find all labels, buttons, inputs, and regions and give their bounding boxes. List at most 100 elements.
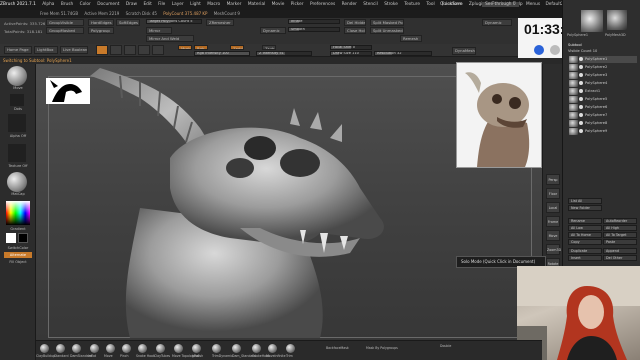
eye-icon[interactable] — [579, 73, 583, 77]
brush-thumbnail[interactable] — [7, 66, 27, 86]
rgb-button[interactable]: Rgb — [194, 45, 208, 50]
soft-edges-button[interactable]: SoftEdges — [116, 19, 140, 26]
color-picker[interactable] — [6, 201, 30, 225]
mask-by-polygroups-label[interactable]: Mask By Polygroups — [366, 346, 398, 350]
eye-icon[interactable] — [579, 81, 583, 85]
menu-item[interactable]: Light — [190, 2, 201, 7]
all-to-target-button[interactable]: All To Target — [603, 232, 637, 238]
del-other-button[interactable]: Del Other — [603, 255, 637, 261]
stop-button[interactable] — [550, 45, 560, 55]
close-holes-button[interactable]: Close Holes — [344, 27, 366, 34]
dragon-skull-sculpt[interactable] — [60, 68, 440, 338]
zremesher-button[interactable]: ZRemesher — [206, 19, 234, 26]
subtool-item[interactable]: PolySphere5 — [579, 96, 637, 103]
duplicate-button[interactable]: Duplicate — [568, 248, 602, 254]
rename-button[interactable]: Rename — [568, 218, 602, 224]
stroke-thumbnail[interactable] — [10, 94, 24, 106]
menu-item[interactable]: Picker — [291, 2, 304, 7]
eye-icon[interactable] — [579, 97, 583, 101]
zoom3d-button[interactable]: Zoom3D — [546, 244, 561, 255]
brush-thumbnail[interactable] — [90, 344, 99, 353]
z-intensity-slider[interactable]: Z Intensity 51 — [256, 51, 312, 56]
rgb-intensity-slider[interactable]: Rgb Intensity 100 — [194, 51, 250, 56]
alpha-thumbnail[interactable] — [8, 114, 26, 132]
brush-thumbnail[interactable] — [72, 344, 81, 353]
dynamic-button[interactable]: Dynamic — [482, 19, 512, 26]
secondary-color-swatch[interactable] — [18, 233, 28, 243]
subtool-thumbnail[interactable] — [569, 104, 578, 111]
eye-icon[interactable] — [579, 129, 583, 133]
frame-button[interactable]: Frame — [546, 216, 560, 227]
home-page-button[interactable]: Home Page — [4, 46, 32, 54]
subtool-item[interactable]: PolySphere7 — [579, 112, 637, 119]
lightbox-button[interactable]: LightBox — [34, 46, 58, 54]
brush-thumbnail[interactable] — [156, 344, 165, 353]
subtool-thumbnail[interactable] — [569, 72, 578, 79]
focal-shift-slider[interactable]: Focal Shift 0 — [330, 45, 372, 50]
sphere3d-thumbnail[interactable] — [607, 10, 627, 30]
material-thumbnail[interactable] — [7, 172, 27, 192]
backface-mask-label[interactable]: BackfaceMask — [326, 346, 349, 350]
menu-item[interactable]: Preferences — [310, 2, 335, 7]
brush-thumbnail[interactable] — [138, 344, 147, 353]
subtool-item[interactable]: PolySphere8 — [579, 120, 637, 127]
menu-item[interactable]: Layer — [172, 2, 184, 7]
brush-thumbnail[interactable] — [40, 344, 49, 353]
brush-thumbnail[interactable] — [174, 344, 183, 353]
switch-color-label[interactable]: SwitchColor — [2, 246, 34, 250]
menus-toggle[interactable]: Menus — [526, 2, 540, 7]
list-all-button[interactable]: List All — [568, 198, 602, 204]
draw-mode-button[interactable] — [110, 45, 122, 55]
polygroup-button[interactable]: Polygroup — [88, 27, 114, 34]
edit-mode-button[interactable] — [96, 45, 108, 55]
menu-item[interactable]: File — [158, 2, 165, 7]
scale-mode-button[interactable] — [138, 45, 150, 55]
subtool-item[interactable]: PolySphere6 — [579, 104, 637, 111]
mirror-and-weld-button[interactable]: Mirror And Weld — [146, 35, 194, 42]
subtool-thumbnail[interactable] — [569, 64, 578, 71]
reference-image[interactable] — [456, 62, 542, 168]
subtool-item[interactable]: PolySphere3 — [579, 72, 637, 79]
menu-item[interactable]: Movie — [272, 2, 285, 7]
subtool-item[interactable]: PolySphere1 — [579, 56, 637, 63]
remesh-button[interactable]: Remesh — [400, 35, 422, 42]
target-polygons-slider[interactable]: Target Polygons Count 5 — [146, 19, 202, 24]
subtool-thumbnail[interactable] — [569, 56, 578, 63]
all-to-home-button[interactable]: All To Home — [568, 232, 602, 238]
mirror-button[interactable]: Mirror — [146, 27, 172, 34]
pause-button[interactable] — [534, 45, 544, 55]
brush-thumbnail[interactable] — [122, 344, 131, 353]
menu-item[interactable]: Tool — [426, 2, 434, 7]
alternate-button[interactable]: Alternate — [4, 252, 32, 258]
eye-icon[interactable] — [579, 121, 583, 125]
menu-item[interactable]: Brush — [61, 2, 73, 7]
hard-edges-button[interactable]: HardEdges — [88, 19, 114, 26]
group-visible-button[interactable]: GroupVisible — [46, 19, 84, 26]
smooth-slider[interactable]: Smooth — [288, 27, 340, 32]
brush-thumbnail[interactable] — [232, 344, 241, 353]
brush-thumbnail[interactable] — [192, 344, 201, 353]
subtool-thumbnail[interactable] — [569, 80, 578, 87]
menu-item[interactable]: Stroke — [384, 2, 398, 7]
append-button[interactable]: Append — [603, 248, 637, 254]
brush-thumbnail[interactable] — [286, 344, 295, 353]
fill-object-button[interactable]: Fill Object — [2, 260, 34, 264]
eye-icon[interactable] — [579, 113, 583, 117]
current-tool-thumbnail[interactable] — [581, 10, 603, 32]
new-folder-button[interactable]: New Folder — [568, 205, 602, 211]
main-color-swatch[interactable] — [6, 233, 16, 243]
subtool-thumbnail[interactable] — [569, 88, 578, 95]
move-view-button[interactable]: Move — [546, 230, 560, 241]
all-high-button[interactable]: All High — [603, 225, 637, 231]
split-unmasked-button[interactable]: Split Unmasked Points — [370, 27, 404, 34]
eye-icon[interactable] — [579, 105, 583, 109]
quicksave-button[interactable]: QuickSave — [440, 2, 463, 7]
brush-thumbnail[interactable] — [56, 344, 65, 353]
resolution-slider[interactable]: Resolution 32 — [374, 51, 432, 56]
subtool-item[interactable]: PolySphere9 — [579, 128, 637, 135]
dynamic-subdiv-button[interactable]: Dynamic — [260, 27, 286, 34]
dynamesh-button[interactable]: DynaMesh — [452, 47, 476, 55]
zsub-button[interactable]: Zsub — [262, 45, 276, 50]
local-button[interactable]: Local — [546, 202, 560, 213]
subtool-thumbnail[interactable] — [569, 128, 578, 135]
